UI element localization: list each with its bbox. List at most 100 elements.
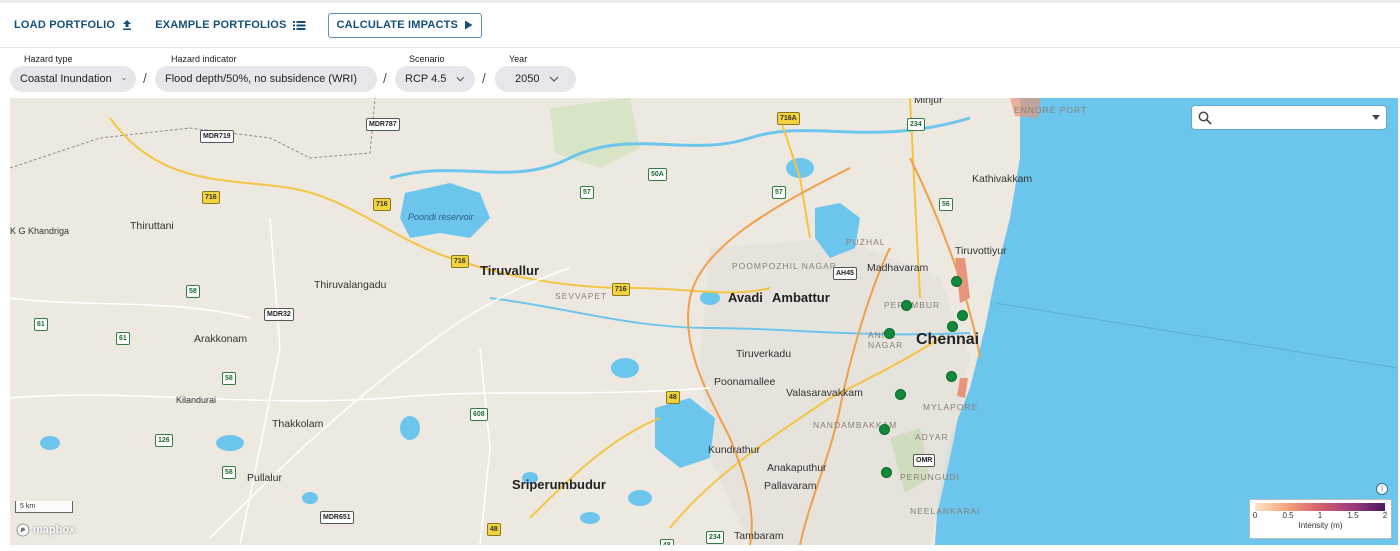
mapbox-icon [16, 523, 30, 537]
road-shield: 716 [451, 255, 469, 268]
place-label: Thiruttani [130, 220, 174, 232]
road-shield: 716 [373, 198, 391, 211]
selector-separator: / [143, 70, 147, 86]
asset-marker[interactable] [881, 467, 892, 478]
road-shield: 48 [660, 539, 674, 545]
example-portfolios-button[interactable]: EXAMPLE PORTFOLIOS [155, 19, 306, 31]
scenario-value: RCP 4.5 [405, 73, 447, 85]
place-label: Poonamallee [714, 376, 776, 388]
place-label: Minjur [914, 98, 943, 106]
asset-marker[interactable] [901, 300, 912, 311]
legend-tick: 2 [1382, 511, 1388, 520]
hazard-indicator-group: Hazard indicator Flood depth/50%, no sub… [155, 52, 377, 92]
hazard-type-value: Coastal Inundation [20, 73, 112, 85]
place-label: PERUNGUDI [900, 472, 961, 482]
road-shield: 716 [202, 191, 220, 204]
upload-icon [123, 20, 132, 30]
place-label: Thiruvalangadu [314, 279, 387, 291]
road-shield: AH45 [833, 267, 857, 280]
toolbar: LOAD PORTFOLIO EXAMPLE PORTFOLIOS CALCUL… [0, 0, 1400, 48]
road-shield: OMR [913, 454, 936, 467]
place-label: Tiruverkadu [736, 348, 792, 360]
selector-separator: / [383, 70, 387, 86]
place-label: MYLAPORE [923, 402, 979, 412]
place-label: NEELANKARAI [910, 506, 981, 516]
mapbox-label: mapbox [33, 524, 76, 536]
place-label: Kilandurai [176, 395, 217, 405]
search-icon [1198, 111, 1212, 125]
road-shield: MDR787 [366, 118, 400, 131]
road-shield: 716A [777, 112, 800, 125]
load-portfolio-button[interactable]: LOAD PORTFOLIO [14, 19, 133, 31]
dropdown-arrow-icon[interactable] [1372, 115, 1380, 120]
scenario-group: Scenario RCP 4.5 [395, 52, 475, 92]
road-shield: 58 [222, 372, 236, 385]
place-label: Tambaram [734, 530, 784, 542]
year-label: Year [509, 54, 528, 64]
place-label: Kundrathur [708, 444, 760, 456]
road-shield: 58 [186, 285, 200, 298]
asset-marker[interactable] [879, 424, 890, 435]
load-portfolio-label: LOAD PORTFOLIO [14, 19, 116, 31]
hazard-map[interactable]: Minjur ENNORE PORT Kathivakkam Thiruttan… [10, 98, 1398, 545]
legend-title: Intensity (m) [1298, 521, 1343, 530]
hazard-type-select[interactable]: Coastal Inundation [10, 66, 136, 92]
place-label: Avadi [728, 290, 763, 305]
place-label: Pullalur [247, 472, 283, 484]
calculate-impacts-button[interactable]: CALCULATE IMPACTS [327, 12, 483, 38]
list-icon [292, 20, 306, 30]
place-label: PERAMBUR [884, 300, 941, 310]
year-select[interactable]: 2050 [495, 66, 576, 92]
road-shield: 61 [34, 318, 48, 331]
scenario-label: Scenario [409, 54, 445, 64]
road-shield: 234 [907, 118, 925, 131]
road-shield: MDR719 [200, 130, 234, 143]
place-label: Valasaravakkam [786, 387, 863, 399]
legend-tick: 0.5 [1282, 511, 1294, 520]
road-shield: 50A [648, 168, 667, 181]
info-icon[interactable]: i [1376, 483, 1388, 495]
road-shield: 48 [666, 391, 680, 404]
asset-marker[interactable] [951, 276, 962, 287]
place-label: Anakaputhur [767, 462, 827, 474]
example-portfolios-label: EXAMPLE PORTFOLIOS [155, 19, 287, 31]
legend-tick: 1.5 [1347, 511, 1359, 520]
asset-marker[interactable] [895, 389, 906, 400]
road-shield: MDR32 [264, 308, 294, 321]
asset-marker[interactable] [884, 328, 895, 339]
year-group: Year 2050 [495, 52, 576, 92]
map-scale: 5 km [15, 501, 73, 513]
play-icon [465, 20, 473, 30]
road-shield: 61 [116, 332, 130, 345]
calculate-impacts-label: CALCULATE IMPACTS [336, 19, 459, 31]
chevron-down-icon [550, 76, 559, 82]
place-label: Sriperumbudur [512, 477, 606, 492]
scenario-select[interactable]: RCP 4.5 [395, 66, 475, 92]
place-label: ADYAR [915, 432, 949, 442]
mapbox-logo[interactable]: mapbox [16, 523, 75, 537]
place-label: Chennai [916, 331, 980, 348]
road-shield: 126 [155, 434, 173, 447]
legend-color-bar [1255, 503, 1385, 511]
hazard-indicator-label: Hazard indicator [171, 54, 237, 64]
road-shield: 58 [222, 466, 236, 479]
year-value: 2050 [515, 73, 540, 85]
asset-marker[interactable] [957, 310, 968, 321]
road-shield: 48 [487, 523, 501, 536]
legend-tick: 1 [1317, 511, 1323, 520]
map-search[interactable] [1192, 106, 1386, 129]
place-label: PUZHAL [846, 237, 886, 247]
place-label: SEVVAPET [555, 291, 608, 301]
map-search-input[interactable] [1216, 108, 1372, 127]
selector-separator: / [482, 70, 486, 86]
road-shield: MDR651 [320, 511, 354, 524]
place-label: K G Khandriga [10, 226, 70, 236]
asset-marker[interactable] [946, 371, 957, 382]
hazard-indicator-select[interactable]: Flood depth/50%, no subsidence (WRI) [155, 66, 377, 92]
place-label: Thakkolam [272, 418, 324, 430]
asset-marker[interactable] [947, 321, 958, 332]
place-label: Ambattur [772, 290, 830, 305]
place-label: Tiruvallur [480, 263, 540, 278]
road-shield: 57 [772, 186, 786, 199]
road-shield: 56 [939, 198, 953, 211]
